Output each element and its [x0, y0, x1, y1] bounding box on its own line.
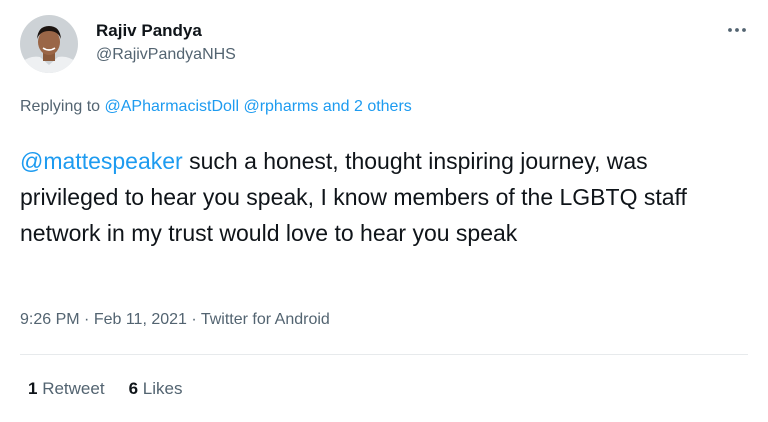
- reply-connector: and: [318, 98, 354, 115]
- likes-label: Likes: [142, 379, 183, 398]
- retweets-stat[interactable]: 1 Retweet: [28, 379, 105, 398]
- divider: [20, 354, 748, 355]
- tweet-time[interactable]: 9:26 PM: [20, 311, 80, 328]
- meta-separator: ·: [79, 311, 94, 328]
- reply-prefix: Replying to: [20, 98, 105, 115]
- engagement-stats: 1 Retweet 6 Likes: [28, 379, 182, 399]
- tweet-date[interactable]: Feb 11, 2021: [94, 311, 187, 328]
- mention-link-rpharms[interactable]: @rpharms: [243, 98, 318, 115]
- meta-separator: ·: [186, 311, 201, 328]
- ellipsis-icon: [728, 28, 746, 32]
- likes-count: 6: [128, 379, 139, 398]
- likes-stat[interactable]: 6 Likes: [129, 379, 183, 398]
- mention-link-apharmacistdoll[interactable]: @APharmacistDoll: [105, 98, 240, 115]
- username-handle[interactable]: @RajivPandyaNHS: [96, 46, 236, 64]
- others-link[interactable]: 2 others: [354, 98, 412, 115]
- retweets-label: Retweet: [42, 379, 105, 398]
- tweet-source[interactable]: Twitter for Android: [201, 311, 330, 328]
- more-options-button[interactable]: [722, 18, 752, 42]
- reply-context: Replying to @APharmacistDoll @rpharms an…: [20, 98, 412, 116]
- tweet-text: @mattespeaker such a honest, thought ins…: [20, 143, 748, 251]
- retweets-count: 1: [28, 379, 38, 398]
- tweet-metadata: 9:26 PM · Feb 11, 2021 · Twitter for And…: [20, 311, 330, 329]
- avatar[interactable]: [20, 15, 78, 73]
- display-name[interactable]: Rajiv Pandya: [96, 21, 202, 41]
- tweet-card: Rajiv Pandya @RajivPandyaNHS Replying to…: [0, 0, 768, 422]
- mention-link-mattespeaker[interactable]: @mattespeaker: [20, 148, 183, 174]
